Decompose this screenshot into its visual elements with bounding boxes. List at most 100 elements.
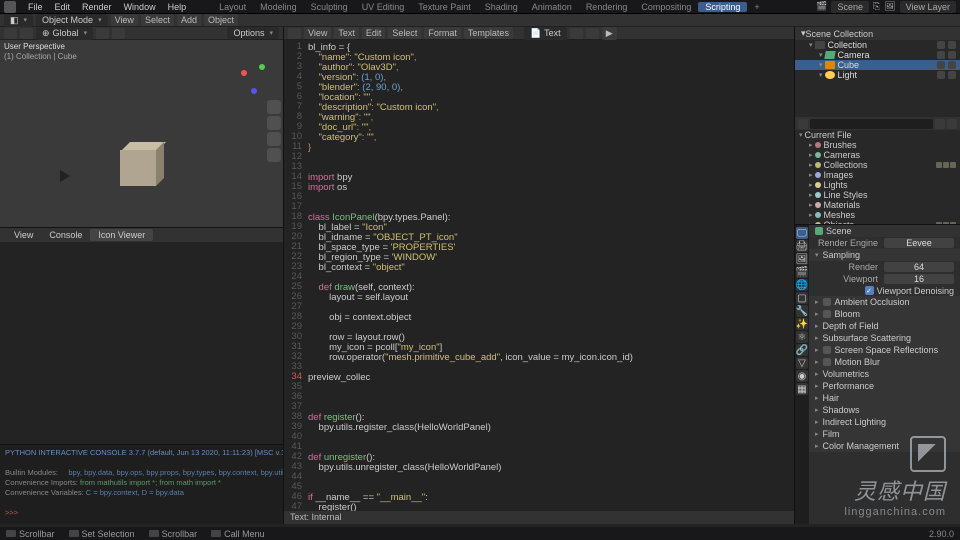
blend-item-cameras[interactable]: ▸Cameras bbox=[795, 150, 960, 160]
options-dropdown[interactable]: Options bbox=[227, 27, 279, 39]
viewport-samples-input[interactable]: 16 bbox=[884, 274, 954, 284]
tab-view[interactable]: View bbox=[6, 229, 41, 241]
blend-item-lights[interactable]: ▸Lights bbox=[795, 180, 960, 190]
menu-file[interactable]: File bbox=[22, 2, 49, 12]
display-mode-icon[interactable] bbox=[798, 119, 808, 129]
blend-item-collections[interactable]: ▸Collections bbox=[795, 160, 960, 170]
vp-menu-object[interactable]: Object bbox=[204, 14, 238, 26]
blend-item-materials[interactable]: ▸Materials bbox=[795, 200, 960, 210]
menu-help[interactable]: Help bbox=[162, 2, 193, 12]
3d-viewport[interactable]: User Perspective (1) Collection | Cube bbox=[0, 40, 283, 228]
section-motion-blur[interactable]: Motion Blur bbox=[809, 356, 960, 368]
denoise-checkbox[interactable]: ✓ bbox=[865, 286, 874, 295]
ws-uv[interactable]: UV Editing bbox=[355, 2, 412, 12]
section-film[interactable]: Film bbox=[809, 428, 960, 440]
te-menu-templates[interactable]: Templates bbox=[464, 27, 513, 39]
section-color-management[interactable]: Color Management bbox=[809, 440, 960, 452]
editor-type-icon[interactable]: ◧ bbox=[4, 14, 33, 27]
outliner[interactable]: ▾Scene Collection ▾Collection▾Camera▾Cub… bbox=[795, 27, 960, 117]
code-area[interactable]: bl_info = { "name": "Custom icon", "auth… bbox=[308, 40, 794, 511]
prop-tab-constraint-icon[interactable]: 🔗 bbox=[796, 344, 808, 356]
prop-tab-physics-icon[interactable]: ⚛ bbox=[796, 331, 808, 343]
camera-object-icon[interactable] bbox=[60, 170, 70, 182]
section-hair[interactable]: Hair bbox=[809, 392, 960, 404]
tab-icon-viewer[interactable]: Icon Viewer bbox=[90, 229, 153, 241]
te-menu-format[interactable]: Format bbox=[424, 27, 461, 39]
section-indirect-lighting[interactable]: Indirect Lighting bbox=[809, 416, 960, 428]
ws-texpaint[interactable]: Texture Paint bbox=[411, 2, 478, 12]
render-samples-input[interactable]: 64 bbox=[884, 262, 954, 272]
pan-icon[interactable] bbox=[267, 116, 281, 130]
cube-mesh[interactable] bbox=[120, 150, 156, 186]
run-script-button[interactable]: ▶ bbox=[602, 27, 617, 40]
app-logo-icon[interactable] bbox=[4, 1, 16, 13]
blend-item-meshes[interactable]: ▸Meshes bbox=[795, 210, 960, 220]
current-file-tree[interactable]: ▾Current File ▸Brushes▸Cameras▸Collectio… bbox=[795, 130, 960, 224]
unlink-text-icon[interactable] bbox=[586, 28, 599, 39]
section-volumetrics[interactable]: Volumetrics bbox=[809, 368, 960, 380]
section-depth-of-field[interactable]: Depth of Field bbox=[809, 320, 960, 332]
new-text-icon[interactable] bbox=[570, 28, 583, 39]
ws-rendering[interactable]: Rendering bbox=[579, 2, 635, 12]
outliner-item-collection[interactable]: ▾Collection bbox=[795, 40, 960, 50]
menu-render[interactable]: Render bbox=[76, 2, 118, 12]
vp-menu-select[interactable]: Select bbox=[141, 14, 174, 26]
vp-menu-view[interactable]: View bbox=[111, 14, 138, 26]
menu-edit[interactable]: Edit bbox=[49, 2, 77, 12]
scene-new-icon[interactable]: ⎘ bbox=[873, 1, 880, 12]
outliner-item-cube[interactable]: ▾Cube bbox=[795, 60, 960, 70]
axis-y-icon[interactable] bbox=[259, 64, 265, 70]
ws-scripting[interactable]: Scripting bbox=[698, 2, 747, 12]
text-editor-type-icon[interactable] bbox=[288, 28, 301, 39]
prop-tab-scene-icon[interactable]: 🎬 bbox=[796, 266, 808, 278]
snap-icon[interactable] bbox=[96, 28, 109, 39]
section-ambient-occlusion[interactable]: Ambient Occlusion bbox=[809, 296, 960, 308]
ws-shading[interactable]: Shading bbox=[478, 2, 525, 12]
mode-dropdown[interactable]: Object Mode bbox=[36, 14, 108, 26]
ws-animation[interactable]: Animation bbox=[525, 2, 579, 12]
section-bloom[interactable]: Bloom bbox=[809, 308, 960, 320]
ws-layout[interactable]: Layout bbox=[212, 2, 253, 12]
proportional-icon[interactable] bbox=[112, 28, 125, 39]
section-shadows[interactable]: Shadows bbox=[809, 404, 960, 416]
outliner-search-input[interactable] bbox=[810, 119, 933, 129]
menu-window[interactable]: Window bbox=[118, 2, 162, 12]
te-menu-view[interactable]: View bbox=[304, 27, 331, 39]
props-scene-name[interactable]: Scene bbox=[826, 226, 852, 236]
zoom-icon[interactable] bbox=[267, 100, 281, 114]
tab-console[interactable]: Console bbox=[41, 229, 90, 241]
prop-tab-mesh-icon[interactable]: ▽ bbox=[796, 357, 808, 369]
ws-modeling[interactable]: Modeling bbox=[253, 2, 304, 12]
text-datablock[interactable]: 📄 Text bbox=[524, 27, 567, 40]
text-editor[interactable]: 1234567891011121314151617181920212223242… bbox=[284, 40, 794, 511]
section-screen-space-reflections[interactable]: Screen Space Reflections bbox=[809, 344, 960, 356]
prop-tab-texture-icon[interactable]: ▦ bbox=[796, 383, 808, 395]
te-menu-select[interactable]: Select bbox=[388, 27, 421, 39]
axis-z-icon[interactable] bbox=[251, 88, 257, 94]
te-menu-text[interactable]: Text bbox=[334, 27, 359, 39]
cursor-tool-icon[interactable] bbox=[4, 28, 17, 39]
te-menu-edit[interactable]: Edit bbox=[362, 27, 386, 39]
new-collection-icon[interactable] bbox=[947, 119, 957, 129]
section-performance[interactable]: Performance bbox=[809, 380, 960, 392]
axis-x-icon[interactable] bbox=[241, 70, 247, 76]
orientation-dropdown[interactable]: ⊕ Global bbox=[36, 27, 93, 40]
outliner-item-light[interactable]: ▾Light bbox=[795, 70, 960, 80]
outliner-item-camera[interactable]: ▾Camera bbox=[795, 50, 960, 60]
prop-tab-particle-icon[interactable]: ✨ bbox=[796, 318, 808, 330]
prop-tab-object-icon[interactable]: ▢ bbox=[796, 292, 808, 304]
filter-icon[interactable] bbox=[935, 119, 945, 129]
ws-sculpting[interactable]: Sculpting bbox=[304, 2, 355, 12]
viewlayer-field[interactable]: View Layer bbox=[900, 1, 956, 13]
blend-item-images[interactable]: ▸Images bbox=[795, 170, 960, 180]
camera-icon[interactable] bbox=[267, 132, 281, 146]
engine-dropdown[interactable]: Eevee bbox=[884, 238, 954, 248]
scene-field[interactable]: Scene bbox=[831, 1, 869, 13]
ws-add[interactable]: + bbox=[747, 2, 766, 12]
nav-gizmo[interactable] bbox=[241, 64, 271, 94]
ws-compositing[interactable]: Compositing bbox=[634, 2, 698, 12]
current-file-header[interactable]: ▾Current File bbox=[795, 130, 960, 140]
section-subsurface-scattering[interactable]: Subsurface Scattering bbox=[809, 332, 960, 344]
select-tool-icon[interactable] bbox=[20, 28, 33, 39]
prop-tab-render-icon[interactable]: 🖵 bbox=[796, 227, 808, 239]
